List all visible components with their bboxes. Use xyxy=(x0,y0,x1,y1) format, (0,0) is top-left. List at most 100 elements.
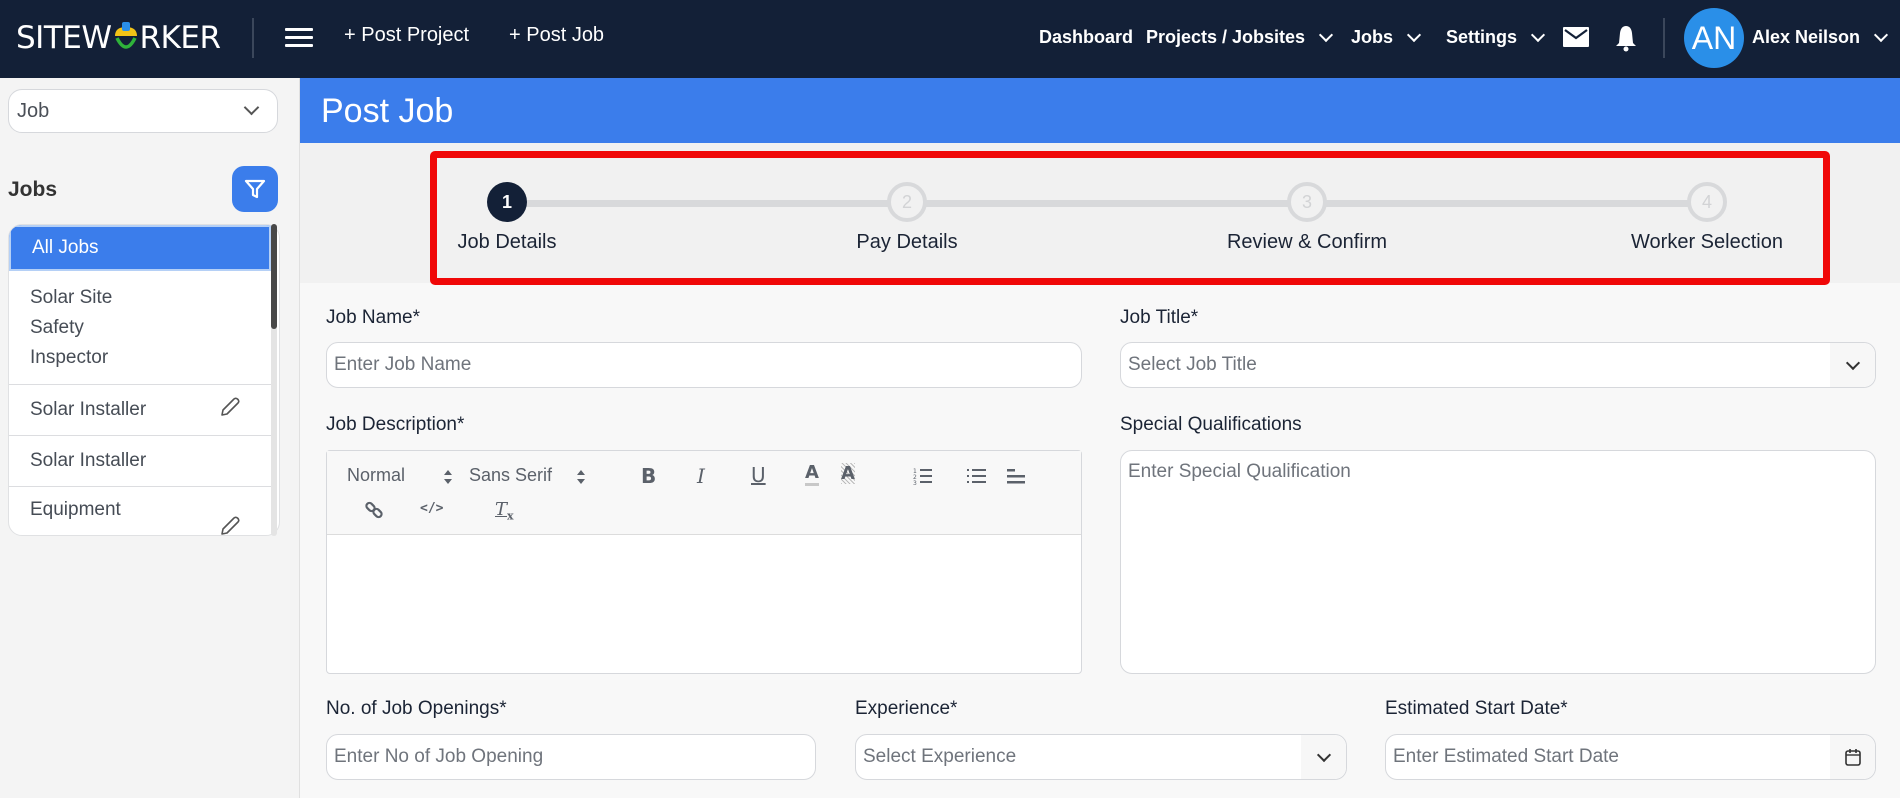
job-title-placeholder: Select Job Title xyxy=(1128,354,1257,375)
post-project-link[interactable]: + Post Project xyxy=(344,24,469,47)
entity-type-value: Job xyxy=(17,99,50,122)
calendar-button[interactable] xyxy=(1830,735,1875,779)
nav-divider xyxy=(1663,18,1665,58)
italic-icon[interactable]: I xyxy=(697,464,705,488)
logo-text-left: SITEW xyxy=(16,20,112,56)
job-list-item-all-jobs[interactable]: All Jobs xyxy=(9,225,271,271)
job-item-label-line: Safety xyxy=(30,316,84,338)
nav-jobs-dropdown[interactable]: Jobs xyxy=(1351,27,1422,48)
chevron-down-icon xyxy=(1530,27,1546,42)
sidebar: Job Jobs All Jobs Solar Site Safety Insp… xyxy=(0,78,300,798)
step-3-label: Review & Confirm xyxy=(1226,231,1388,253)
start-date-placeholder: Enter Estimated Start Date xyxy=(1393,746,1619,767)
job-title-dropdown-toggle[interactable] xyxy=(1830,343,1875,387)
top-navbar: SITEW RKER + Post Project + Post Job Das… xyxy=(0,0,1900,78)
bold-icon[interactable]: B xyxy=(641,464,656,488)
job-description-label: Job Description* xyxy=(326,414,465,435)
job-openings-label: No. of Job Openings* xyxy=(326,698,507,719)
chevron-down-icon xyxy=(243,99,260,116)
stepper-track xyxy=(507,200,1707,207)
step-3-circle[interactable]: 3 xyxy=(1287,182,1327,222)
edit-pencil-icon[interactable] xyxy=(219,515,241,535)
menu-icon[interactable] xyxy=(285,28,313,50)
filter-icon xyxy=(244,179,266,199)
text-color-icon[interactable]: A xyxy=(805,463,819,486)
sitewroker-logo[interactable]: SITEW RKER xyxy=(16,20,221,56)
start-date-label: Estimated Start Date* xyxy=(1385,698,1568,719)
job-item-label: Solar Installer xyxy=(30,399,147,420)
user-menu-dropdown[interactable]: Alex Neilson xyxy=(1752,27,1889,48)
job-list-item[interactable]: Equipment xyxy=(9,487,271,535)
job-item-label-line: Inspector xyxy=(30,346,109,368)
nav-divider xyxy=(252,18,254,58)
page-title: Post Job xyxy=(321,92,454,130)
job-item-label: All Jobs xyxy=(32,237,99,258)
experience-dropdown-toggle[interactable] xyxy=(1301,735,1346,779)
post-job-link[interactable]: + Post Job xyxy=(509,24,604,47)
nav-settings-label: Settings xyxy=(1446,27,1518,47)
nav-projects-dropdown[interactable]: Projects / Jobsites xyxy=(1146,27,1334,48)
font-select[interactable]: Sans Serif xyxy=(469,465,552,486)
job-description-editor: Normal Sans Serif B I U A A 123 </> Tx xyxy=(326,450,1082,674)
chevron-down-icon xyxy=(1316,747,1331,762)
nav-dashboard[interactable]: Dashboard xyxy=(1039,27,1133,48)
job-openings-input[interactable]: Enter No of Job Opening xyxy=(326,734,816,780)
edit-pencil-icon[interactable] xyxy=(219,396,241,424)
job-list-scrollbar[interactable] xyxy=(271,224,277,536)
job-name-placeholder: Enter Job Name xyxy=(334,354,472,375)
heading-select[interactable]: Normal xyxy=(347,465,405,486)
nav-dashboard-label: Dashboard xyxy=(1039,27,1134,47)
start-date-input[interactable]: Enter Estimated Start Date xyxy=(1385,734,1876,780)
step-4-circle[interactable]: 4 xyxy=(1687,182,1727,222)
job-title-select[interactable]: Select Job Title xyxy=(1120,342,1876,388)
chevron-down-icon xyxy=(1406,27,1422,42)
job-list-item[interactable]: Solar Installer xyxy=(9,436,271,487)
filter-button[interactable] xyxy=(232,166,278,212)
clear-formatting-icon[interactable]: Tx xyxy=(495,499,514,523)
job-item-label: Solar Installer xyxy=(30,450,147,471)
experience-select[interactable]: Select Experience xyxy=(855,734,1347,780)
code-icon[interactable]: </> xyxy=(420,501,443,516)
mail-icon[interactable] xyxy=(1563,27,1589,52)
logo-text-right: RKER xyxy=(139,20,222,56)
scrollbar-thumb[interactable] xyxy=(271,224,277,329)
job-list-item[interactable]: Solar Site Safety Inspector xyxy=(9,271,271,385)
updown-arrows-icon xyxy=(444,470,452,484)
experience-placeholder: Select Experience xyxy=(863,746,1017,767)
page-header: Post Job xyxy=(300,78,1900,143)
user-name: Alex Neilson xyxy=(1752,27,1861,47)
updown-arrows-icon xyxy=(577,470,585,484)
chevron-down-icon xyxy=(1845,355,1860,370)
job-title-label: Job Title* xyxy=(1120,307,1199,328)
nav-settings-dropdown[interactable]: Settings xyxy=(1446,27,1546,48)
step-2-label: Pay Details xyxy=(856,231,958,253)
step-1-label: Job Details xyxy=(457,231,557,253)
chevron-down-icon xyxy=(1319,27,1334,42)
job-item-label-line: Solar Site xyxy=(30,286,113,308)
nav-jobs-label: Jobs xyxy=(1351,27,1394,47)
link-icon[interactable] xyxy=(365,501,383,519)
underline-icon[interactable]: U xyxy=(751,463,766,487)
hardhat-logo-icon xyxy=(113,22,139,54)
bell-icon[interactable] xyxy=(1615,24,1637,57)
experience-label: Experience* xyxy=(855,698,958,719)
job-name-label: Job Name* xyxy=(326,307,420,328)
job-openings-placeholder: Enter No of Job Opening xyxy=(334,746,544,767)
svg-text:3: 3 xyxy=(913,480,917,485)
job-list-item[interactable]: Solar Installer xyxy=(9,385,271,436)
editor-toolbar: Normal Sans Serif B I U A A 123 </> Tx xyxy=(327,451,1081,535)
special-qualifications-label: Special Qualifications xyxy=(1120,414,1302,435)
calendar-icon xyxy=(1844,749,1861,766)
jobs-section-title: Jobs xyxy=(8,178,58,201)
ordered-list-icon[interactable]: 123 xyxy=(913,467,933,485)
user-avatar[interactable]: AN xyxy=(1684,8,1744,68)
entity-type-select[interactable]: Job xyxy=(8,89,278,133)
job-name-input[interactable]: Enter Job Name xyxy=(326,342,1082,388)
background-color-icon[interactable]: A xyxy=(841,463,855,484)
job-item-label: Equipment xyxy=(30,499,121,520)
align-left-icon[interactable] xyxy=(1007,467,1027,485)
bullet-list-icon[interactable] xyxy=(967,467,987,485)
step-1-circle[interactable]: 1 xyxy=(487,182,527,222)
step-2-circle[interactable]: 2 xyxy=(887,182,927,222)
special-qualifications-textarea[interactable]: Enter Special Qualification xyxy=(1120,450,1876,674)
